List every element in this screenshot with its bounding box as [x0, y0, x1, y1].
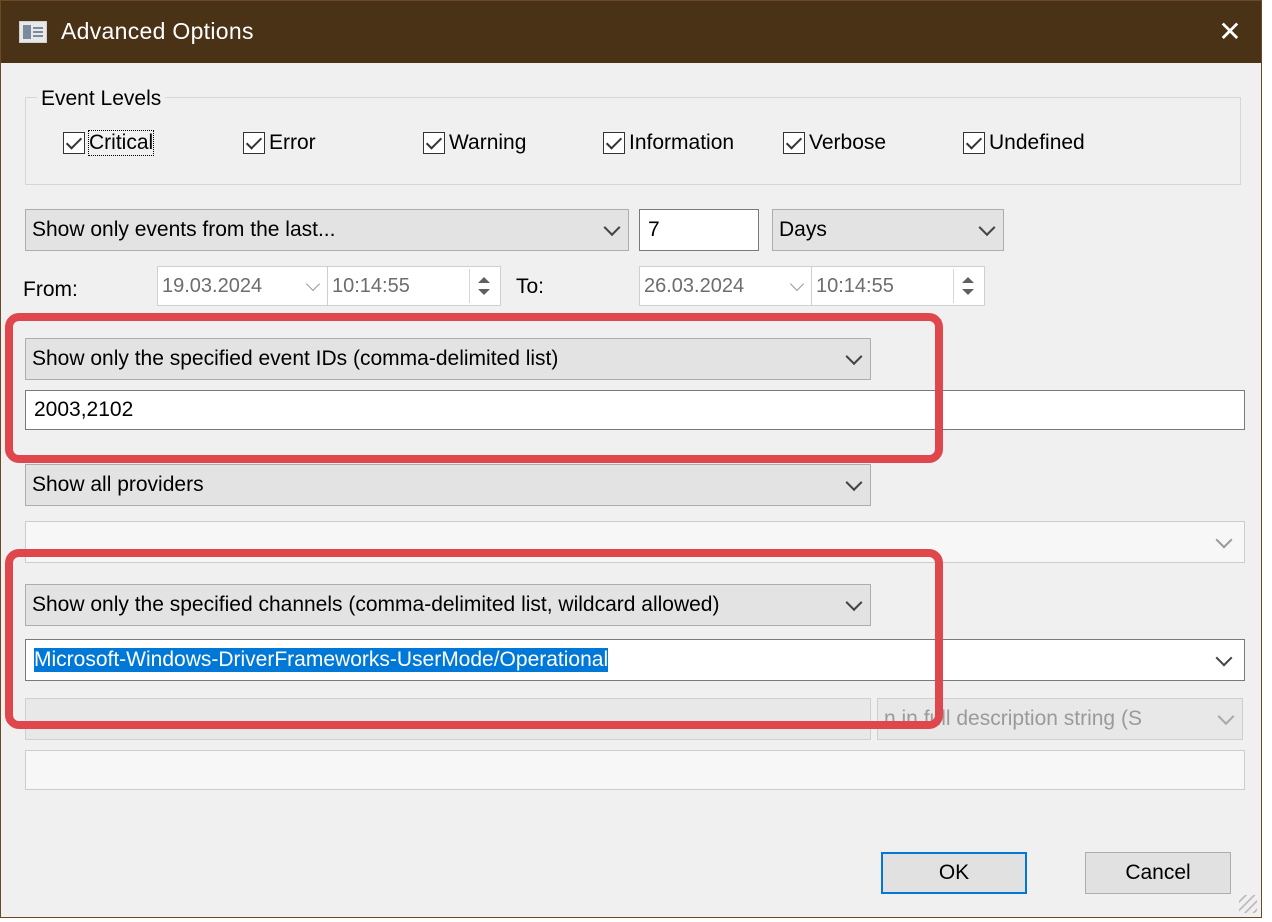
spin-up-icon[interactable]: [478, 277, 490, 283]
time-filter-mode-select[interactable]: Show only events from the last...: [25, 209, 629, 251]
error-label: Error: [269, 131, 316, 154]
from-label: From:: [23, 278, 78, 301]
information-label: Information: [629, 131, 735, 154]
event-levels-title: Event Levels: [37, 87, 166, 111]
time-unit-value: Days: [779, 218, 827, 241]
event-ids-highlight: [5, 313, 943, 463]
description-scope-select: n in full description string (S: [877, 698, 1243, 740]
channels-input[interactable]: Microsoft-Windows-DriverFrameworks-UserM…: [25, 639, 1245, 681]
event-ids-input[interactable]: 2003,2102: [25, 390, 1245, 430]
verbose-checkbox[interactable]: Verbose: [783, 129, 886, 157]
time-amount-input[interactable]: 7: [639, 209, 759, 251]
close-icon[interactable]: ✕: [1213, 15, 1247, 49]
ok-button[interactable]: OK: [881, 852, 1027, 894]
from-date-value: 19.03.2024: [162, 274, 263, 297]
checkbox-checked-icon: [783, 132, 805, 154]
channels-mode-select[interactable]: Show only the specified channels (comma-…: [25, 584, 871, 626]
from-time-spinner[interactable]: 10:14:55: [327, 266, 501, 306]
event-ids-mode-select[interactable]: Show only the specified event IDs (comma…: [25, 338, 871, 380]
chevron-down-icon: [845, 594, 863, 612]
title-bar[interactable]: Advanced Options ✕: [1, 1, 1261, 63]
chevron-down-icon: [305, 276, 321, 292]
checkbox-checked-icon: [243, 132, 265, 154]
description-mode-select: [25, 698, 871, 740]
to-date-picker[interactable]: 26.03.2024: [639, 266, 813, 306]
to-date-value: 26.03.2024: [644, 274, 745, 297]
advanced-options-dialog: Advanced Options ✕ Event Levels Critical…: [0, 0, 1262, 918]
event-ids-value: 2003,2102: [34, 398, 134, 421]
warning-label: Warning: [449, 131, 527, 154]
channels-mode-value: Show only the specified channels (comma-…: [32, 593, 720, 616]
chevron-down-icon: [603, 219, 621, 237]
channels-value: Microsoft-Windows-DriverFrameworks-UserM…: [34, 648, 609, 672]
verbose-label: Verbose: [809, 131, 887, 154]
to-label: To:: [516, 275, 545, 298]
undefined-checkbox[interactable]: Undefined: [963, 129, 1085, 157]
checkbox-checked-icon: [603, 132, 625, 154]
undefined-label: Undefined: [989, 131, 1085, 154]
warning-checkbox[interactable]: Warning: [423, 129, 526, 157]
providers-mode-value: Show all providers: [32, 473, 204, 496]
window-app-icon: [19, 21, 47, 43]
chevron-down-icon: [789, 276, 805, 292]
to-time-value: 10:14:55: [816, 274, 894, 297]
from-date-picker[interactable]: 19.03.2024: [157, 266, 329, 306]
chevron-down-icon: [1215, 531, 1233, 549]
time-unit-select[interactable]: Days: [772, 209, 1004, 251]
chevron-down-icon[interactable]: [1215, 649, 1233, 667]
providers-input: [25, 521, 1245, 563]
checkbox-checked-icon: [963, 132, 985, 154]
critical-checkbox[interactable]: Critical: [63, 129, 155, 157]
spin-up-icon[interactable]: [962, 277, 974, 283]
from-time-value: 10:14:55: [332, 274, 410, 297]
spin-down-icon[interactable]: [962, 289, 974, 295]
chevron-down-icon: [845, 474, 863, 492]
resize-grip-icon[interactable]: [1239, 895, 1257, 913]
cancel-button[interactable]: Cancel: [1085, 852, 1231, 894]
time-amount-value: 7: [648, 218, 660, 241]
information-checkbox[interactable]: Information: [603, 129, 734, 157]
description-input: [25, 750, 1245, 790]
time-filter-mode-value: Show only events from the last...: [32, 218, 336, 241]
to-time-spinner[interactable]: 10:14:55: [811, 266, 985, 306]
window-title: Advanced Options: [61, 18, 254, 44]
spin-down-icon[interactable]: [478, 289, 490, 295]
description-scope-value: n in full description string (S: [884, 707, 1142, 730]
spin-buttons[interactable]: [469, 269, 498, 303]
spin-buttons[interactable]: [953, 269, 982, 303]
error-checkbox[interactable]: Error: [243, 129, 316, 157]
critical-label: Critical: [87, 130, 155, 156]
checkbox-checked-icon: [423, 132, 445, 154]
event-ids-mode-value: Show only the specified event IDs (comma…: [32, 347, 559, 370]
chevron-down-icon: [845, 348, 863, 366]
chevron-down-icon: [1217, 708, 1235, 726]
providers-mode-select[interactable]: Show all providers: [25, 464, 871, 506]
checkbox-checked-icon: [63, 132, 85, 154]
chevron-down-icon: [978, 219, 996, 237]
